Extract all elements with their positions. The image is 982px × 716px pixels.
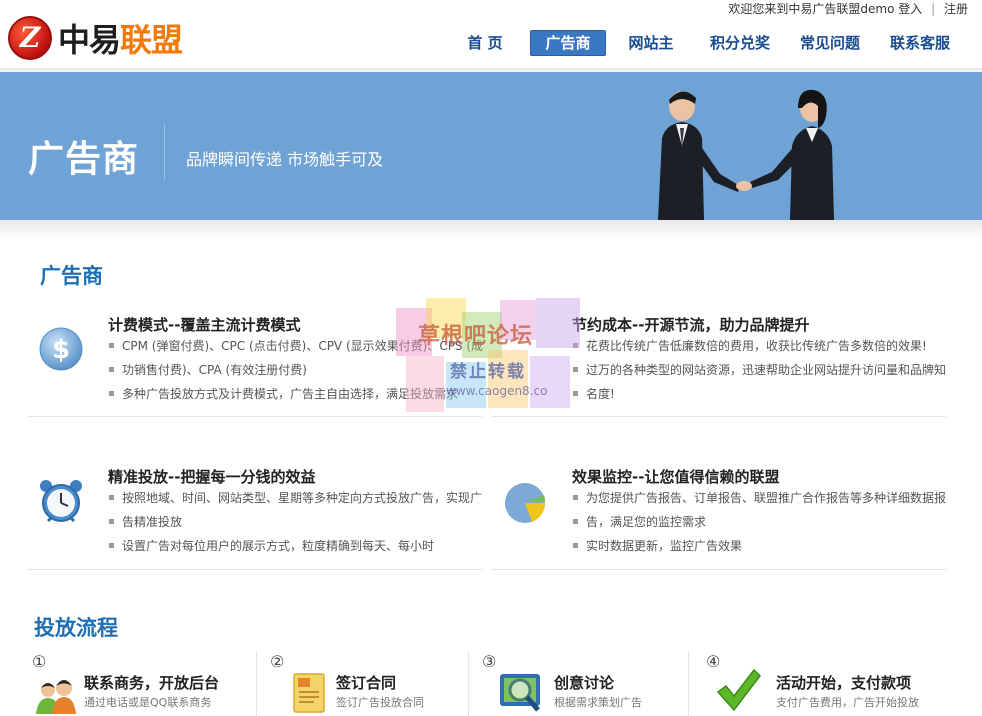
logo-letter: Z [19,21,41,54]
section-title-advertiser: 广告商 [40,264,103,288]
feature-item: 告，满足您的监控需求 [572,510,952,534]
nav-publisher[interactable]: 网站主 [616,30,686,56]
checkmark-icon [716,668,761,712]
alarm-clock-icon [40,480,82,523]
contract-document-icon [293,673,325,713]
feature-list: 为您提供广告报告、订单报告、联盟推广合作报告等多种详细数据报 告，满足您的监控需… [572,486,952,558]
feature-title: 效果监控--让您值得信赖的联盟 [572,468,780,486]
logo-name-part2: 联盟 [120,21,183,59]
step-separator [468,652,469,716]
feature-item: 过万的各种类型的网站资源，迅速帮助企业网站提升访问量和品牌知 [572,358,952,382]
process-step-3: ③ 创意讨论 根据需求策划广告 [482,652,700,716]
watermark-line2: 禁止转载 [450,362,526,382]
feature-divider [492,416,946,417]
feature-item: 名度! [572,382,952,406]
process-step-4: ④ 活动开始，支付款项 支付广告费用，广告开始投放 [706,652,924,716]
feature-title: 节约成本--开源节流，助力品牌提升 [572,316,810,334]
nav-contact-support[interactable]: 联系客服 [882,30,958,56]
step-title: 签订合同 [336,674,397,692]
nav-advertiser[interactable]: 广告商 [530,30,606,56]
step-description: 根据需求策划广告 [554,696,642,709]
step-number: ② [270,652,285,671]
step-description: 支付广告费用，广告开始投放 [776,696,919,709]
hero-banner: 广告商 品牌瞬间传递 市场触手可及 [0,72,982,220]
handshake-people-image [658,89,834,220]
nav-home[interactable]: 首 页 [450,30,520,56]
step-description: 通过电话或是QQ联系商务 [84,696,212,709]
process-step-1: ① 联系商务，开放后台 通过电话或是QQ联系商务 [32,652,250,716]
pie-chart-icon [505,483,546,523]
feature-divider [492,569,946,570]
feature-monitoring: 效果监控--让您值得信赖的联盟 为您提供广告报告、订单报告、联盟推广合作报告等多… [492,462,948,572]
step-separator [688,652,689,716]
feature-item: 按照地域、时间、网站类型、星期等多种定向方式投放广告，实现广 [108,486,488,510]
register-link[interactable]: 注册 [944,2,968,16]
topbar-separator: | [931,2,936,16]
top-user-bar: 欢迎您来到中易广告联盟demo 登入 | 注册 [728,0,968,18]
step-separator [256,652,257,716]
site-logo[interactable]: Z 中易联盟 [8,14,208,64]
process-step-2: ② 签订合同 签订广告投放合同 [270,652,488,716]
svg-text:$: $ [52,335,70,365]
banner-title: 广告商 [28,139,140,180]
watermark-line1: 草根吧论坛 [418,324,534,349]
contact-people-icon [36,680,76,714]
feature-title: 精准投放--把握每一分钱的效益 [108,468,316,486]
feature-targeting: 精准投放--把握每一分钱的效益 按照地域、时间、网站类型、星期等多种定向方式投放… [28,462,484,572]
section-title-process: 投放流程 [34,616,118,640]
feature-item: 告精准投放 [108,510,488,534]
step-number: ③ [482,652,497,671]
step-title: 创意讨论 [554,674,615,692]
nav-points-exchange[interactable]: 积分兑奖 [702,30,778,56]
feature-divider [28,569,482,570]
logo-wordmark: 中易联盟 [58,20,183,60]
login-link[interactable]: 登入 [898,2,922,16]
nav-faq[interactable]: 常见问题 [792,30,868,56]
banner-divider [164,124,165,180]
banner-shadow [0,220,982,240]
feature-item: 实时数据更新，监控广告效果 [572,534,952,558]
magnifier-image-icon [500,674,540,712]
feature-item: 为您提供广告报告、订单报告、联盟推广合作报告等多种详细数据报 [572,486,952,510]
logo-name-part1: 中易 [58,21,121,59]
banner-subtitle: 品牌瞬间传递 市场触手可及 [186,150,384,169]
feature-title: 计费模式--覆盖主流计费模式 [108,316,301,334]
feature-list: 按照地域、时间、网站类型、星期等多种定向方式投放广告，实现广 告精准投放 设置广… [108,486,488,558]
step-title: 活动开始，支付款项 [776,674,912,692]
feature-item: 设置广告对每位用户的展示方式，粒度精确到每天、每小时 [108,534,488,558]
dollar-coin-icon: $ [39,327,83,371]
feature-divider [28,416,482,417]
watermark-line3: www.caogen8.co [446,384,548,398]
step-description: 签订广告投放合同 [336,696,424,709]
welcome-text: 欢迎您来到中易广告联盟demo [728,2,895,16]
feature-list: 花费比传统广告低廉数倍的费用，收获比传统广告多数倍的效果! 过万的各种类型的网站… [572,334,952,406]
step-title: 联系商务，开放后台 [84,674,220,692]
feature-item: 花费比传统广告低廉数倍的费用，收获比传统广告多数倍的效果! [572,334,952,358]
